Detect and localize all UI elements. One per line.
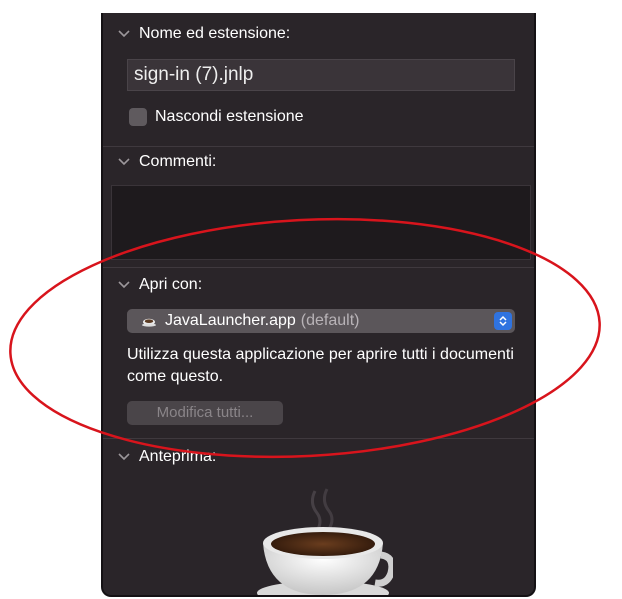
section-title-preview: Anteprima: [139, 448, 217, 465]
section-title-open-with: Apri con: [139, 276, 203, 293]
open-with-description: Utilizza questa applicazione per aprire … [127, 346, 514, 385]
modify-all-button[interactable]: Modifica tutti... [127, 401, 283, 425]
comments-textarea[interactable] [111, 185, 531, 260]
open-with-select[interactable]: JavaLauncher.app (default) [127, 309, 515, 333]
coffee-cup-preview-icon [253, 483, 396, 595]
chevron-down-icon [117, 155, 131, 169]
coffee-cup-icon [141, 313, 157, 329]
filename-input[interactable]: sign-in (7).jnlp [127, 59, 515, 91]
divider [103, 267, 534, 268]
app-name: JavaLauncher.app [165, 312, 296, 329]
chevron-down-icon [117, 27, 131, 41]
info-panel: Nome ed estensione: sign-in (7).jnlp Nas… [101, 13, 536, 597]
section-header-name[interactable]: Nome ed estensione: [117, 23, 290, 45]
hide-extension-row[interactable]: Nascondi estensione [129, 108, 304, 126]
section-header-open-with[interactable]: Apri con: [117, 274, 202, 296]
divider [103, 146, 534, 147]
hide-extension-checkbox[interactable] [129, 108, 147, 126]
up-down-chevron-icon[interactable] [494, 312, 512, 330]
section-header-preview[interactable]: Anteprima: [117, 446, 216, 468]
chevron-down-icon [117, 450, 131, 464]
chevron-down-icon [117, 278, 131, 292]
section-title-name: Nome ed estensione: [139, 25, 291, 42]
hide-extension-label: Nascondi estensione [155, 108, 304, 125]
section-header-comments[interactable]: Commenti: [117, 151, 216, 173]
section-title-comments: Commenti: [139, 153, 217, 170]
app-default-label: (default) [300, 312, 360, 329]
divider [103, 438, 534, 439]
